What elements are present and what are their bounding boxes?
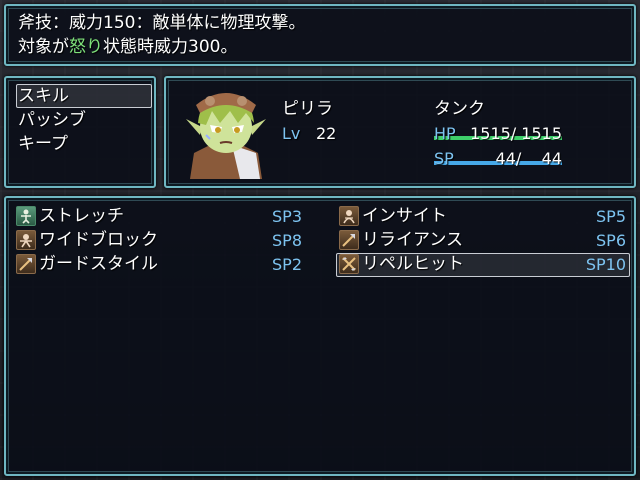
- skill-name[interactable]: インサイト: [362, 205, 447, 227]
- hp-value: 1515/ 1515: [470, 124, 562, 143]
- insight-icon: [339, 206, 359, 226]
- skill-cost: SP6: [596, 231, 626, 250]
- skill-name[interactable]: ストレッチ: [39, 205, 124, 227]
- help-text: 状態時威力300。: [103, 37, 238, 57]
- command-window: スキル パッシブ キープ: [4, 76, 156, 188]
- actor-name: ピリラ: [282, 99, 333, 119]
- help-line-1: 斧技：威力150：敵単体に物理攻撃。: [18, 13, 306, 33]
- skill-list-window: ストレッチ SP3 インサイト SP5 ワイドブロック SP8 リライアンス S…: [4, 196, 636, 476]
- wide-block-icon: [16, 230, 36, 250]
- axe-icon: [339, 230, 359, 250]
- level-value: 22: [316, 124, 337, 143]
- skill-name[interactable]: リライアンス: [362, 229, 463, 251]
- actor-class: タンク: [434, 99, 485, 119]
- help-line-2: 対象が怒り状態時威力300。: [18, 36, 237, 58]
- command-passive[interactable]: パッシブ: [18, 109, 86, 131]
- actor-portrait: [180, 83, 272, 179]
- crossed-axes-icon: [339, 254, 359, 274]
- command-keep[interactable]: キープ: [18, 133, 68, 155]
- help-text: 対象が: [18, 37, 69, 57]
- skill-cost: SP2: [272, 255, 302, 274]
- skill-name-selected[interactable]: リペルヒット: [362, 253, 464, 275]
- level-label: Lv: [282, 124, 301, 143]
- sp-label: SP: [434, 149, 454, 168]
- skill-name[interactable]: ワイドブロック: [39, 229, 158, 251]
- skill-name[interactable]: ガードスタイル: [39, 253, 158, 275]
- command-skill[interactable]: スキル: [18, 85, 69, 107]
- sp-value: 44/ 44: [495, 149, 562, 168]
- skill-cost: SP8: [272, 231, 302, 250]
- state-keyword: 怒り: [69, 37, 103, 57]
- actor-status-window: ピリラ タンク Lv 22 HP 1515/ 1515 SP 44/ 44: [164, 76, 636, 188]
- skill-cost: SP10: [585, 255, 626, 274]
- skill-cost: SP3: [272, 207, 302, 226]
- help-window: 斧技：威力150：敵単体に物理攻撃。 対象が怒り状態時威力300。: [4, 4, 636, 66]
- skill-cost: SP5: [596, 207, 626, 226]
- hp-label: HP: [434, 124, 456, 143]
- axe-icon: [16, 254, 36, 274]
- stretch-icon: [16, 206, 36, 226]
